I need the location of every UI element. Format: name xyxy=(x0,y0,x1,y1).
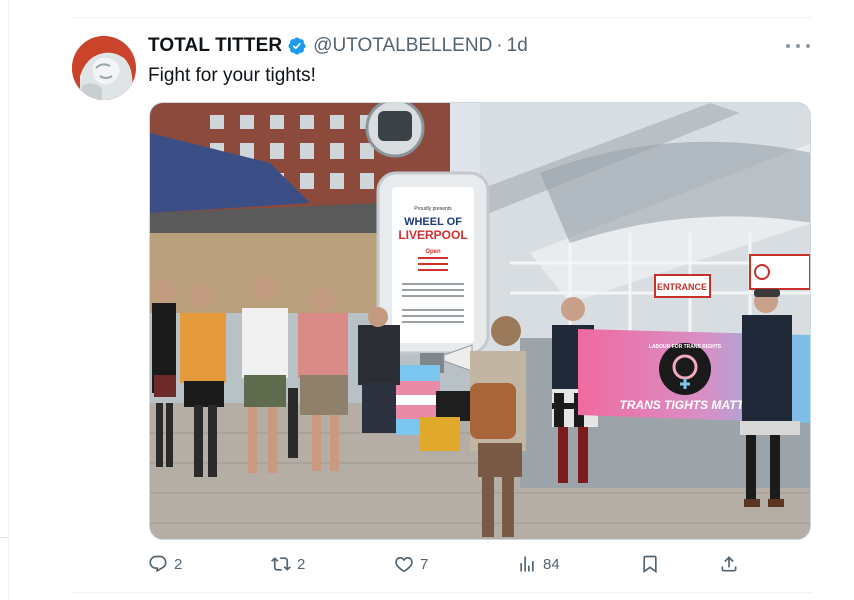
tweet[interactable]: TOTAL TITTER @UTOTALBELLEND · 1d Fight f… xyxy=(72,17,812,593)
tweet-actions: 2 2 7 84 xyxy=(148,552,748,576)
handle[interactable]: @UTOTALBELLEND xyxy=(313,35,492,57)
timestamp[interactable]: 1d xyxy=(507,35,528,57)
more-options-icon[interactable] xyxy=(786,38,810,54)
sign-title-2: LIVERPOOL xyxy=(398,228,467,242)
repost-icon xyxy=(271,557,291,571)
sign-header: Proudly presents xyxy=(414,206,452,212)
repost-count: 2 xyxy=(297,555,306,573)
sign-open-label: Open xyxy=(425,249,441,255)
share-button[interactable] xyxy=(719,552,745,576)
like-button[interactable]: 7 xyxy=(394,552,428,576)
repost-button[interactable]: 2 xyxy=(271,552,305,576)
reply-button[interactable]: 2 xyxy=(148,552,182,576)
tweet-text: Fight for your tights! xyxy=(148,65,316,86)
heart-icon xyxy=(395,556,413,573)
reply-icon xyxy=(149,555,167,573)
views-icon xyxy=(520,556,534,572)
views-count: 84 xyxy=(543,555,560,573)
tweet-photo[interactable]: ENTRANCE Proudly presents WHEEL OF LIVER… xyxy=(149,102,811,540)
photo-scene: ENTRANCE Proudly presents WHEEL OF LIVER… xyxy=(150,103,810,539)
sign-title-1: WHEEL OF xyxy=(404,216,462,228)
views-button[interactable]: 84 xyxy=(517,552,560,576)
like-count: 7 xyxy=(420,555,429,573)
left-rail xyxy=(0,0,9,600)
display-name[interactable]: TOTAL TITTER xyxy=(148,35,282,57)
avatar-image xyxy=(72,36,136,100)
bookmark-button[interactable] xyxy=(640,552,666,576)
bookmark-icon xyxy=(643,555,657,574)
reply-count: 2 xyxy=(174,555,183,573)
share-icon xyxy=(721,556,737,572)
avatar[interactable] xyxy=(72,36,136,100)
banner-slogan: TRANS TIGHTS MATTER xyxy=(619,398,760,412)
rail-divider xyxy=(0,537,9,538)
separator-dot: · xyxy=(496,35,503,56)
entrance-sign-text: ENTRANCE xyxy=(657,282,707,292)
banner-org: LABOUR FOR TRANS RIGHTS xyxy=(649,344,722,350)
verified-badge-icon[interactable] xyxy=(287,36,307,56)
tweet-header: TOTAL TITTER @UTOTALBELLEND · 1d xyxy=(148,34,528,58)
